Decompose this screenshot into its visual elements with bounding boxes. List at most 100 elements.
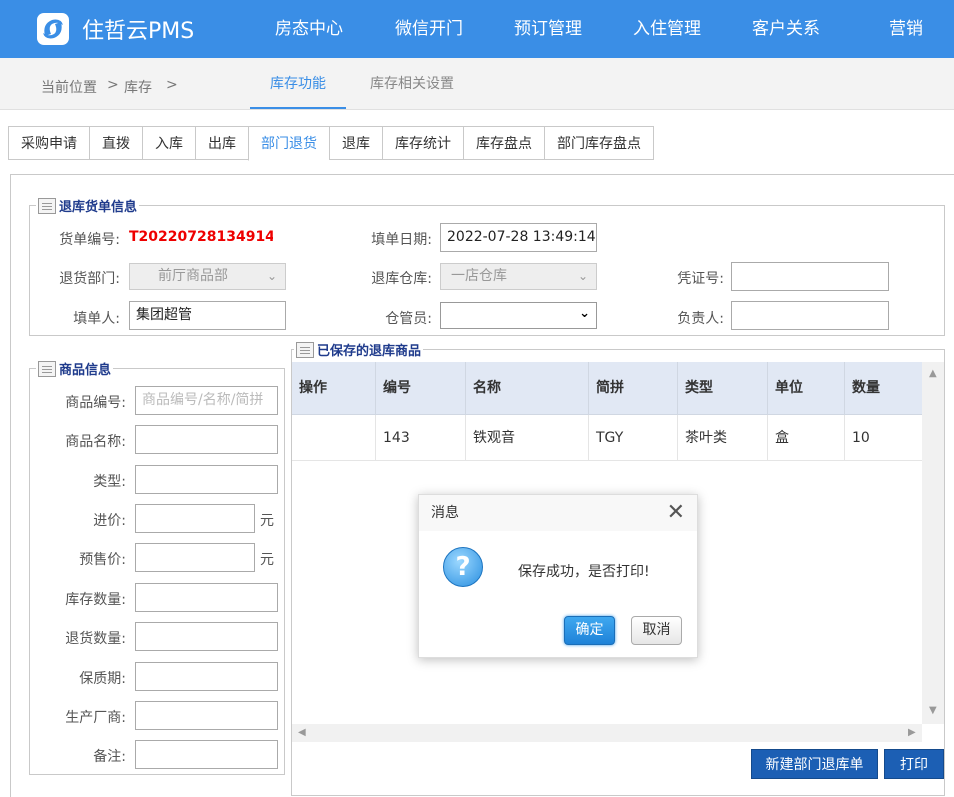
print-button[interactable]: 打印 [884,749,944,779]
col-unit[interactable]: 单位 [768,362,845,415]
purchase-price-label: 进价: [93,513,126,529]
tab-purchase-request[interactable]: 采购申请 [8,126,89,160]
table-row[interactable]: 143 铁观音 TGY 茶叶类 盒 10 [292,415,922,461]
scroll-up-icon[interactable]: ▲ [929,368,937,379]
return-qty-input[interactable] [135,622,278,651]
return-qty-label: 退货数量: [65,631,126,647]
app-logo[interactable]: 住哲云PMS [36,12,194,46]
table-header: 操作 编号 名称 简拼 类型 单位 数量 [292,362,922,415]
col-action[interactable]: 操作 [292,362,376,415]
price-unit: 元 [260,552,274,568]
tab-direct-transfer[interactable]: 直拨 [89,126,142,160]
purchase-price-input[interactable] [135,504,255,533]
tab-stock-in[interactable]: 入库 [142,126,195,160]
col-code[interactable]: 编号 [376,362,466,415]
breadcrumb-item-inventory[interactable]: 库存 [124,77,152,97]
manufacturer-label: 生产厂商: [65,710,126,726]
goods-code-label: 商品编号: [65,395,126,411]
cancel-button[interactable]: 取消 [631,616,682,645]
cell-unit: 盒 [768,415,845,461]
presale-price-input[interactable] [135,543,255,572]
remark-input[interactable] [135,740,278,769]
shelf-life-input[interactable] [135,662,278,691]
goods-name-label: 商品名称: [65,434,126,450]
col-name[interactable]: 名称 [466,362,589,415]
remark-label: 备注: [93,749,126,765]
goods-type-label: 类型: [93,474,126,490]
stock-qty-label: 库存数量: [65,592,126,608]
breadcrumb-current: 当前位置 [41,80,97,96]
breadcrumb-sep: > [107,77,119,93]
shelf-life-label: 保质期: [79,671,126,687]
dept-select[interactable]: 前厅商品部 ⌄ [129,263,286,290]
scroll-down-icon[interactable]: ▼ [929,705,937,716]
fill-date-label: 填单日期: [371,232,432,248]
saved-goods-legend: 已保存的退库商品 [294,340,423,359]
owner-label: 负责人: [677,311,724,327]
filler-label: 填单人: [73,311,120,327]
form-icon [296,341,314,358]
goods-code-input[interactable]: 商品编号/名称/简拼 [135,386,278,415]
fill-date-field[interactable]: 2022-07-28 13:49:14 [440,223,597,252]
new-return-order-button[interactable]: 新建部门退库单 [751,749,878,779]
nav-wechat-door[interactable]: 微信开门 [395,0,463,58]
sub-tab-bar: 采购申请 直拨 入库 出库 部门退货 退库 库存统计 库存盘点 部门库存盘点 [8,126,654,161]
horizontal-scrollbar[interactable]: ◀ ▶ [292,724,922,742]
tab-inventory-stats[interactable]: 库存统计 [382,126,463,160]
dept-label: 退货部门: [59,271,120,287]
keeper-label: 仓管员: [385,311,432,327]
voucher-label: 凭证号: [677,271,724,287]
dialog-message: 保存成功，是否打印! [518,564,650,580]
confirm-button[interactable]: 确定 [564,616,615,645]
cell-pinyin: TGY [589,415,678,461]
scroll-right-icon[interactable]: ▶ [908,727,916,738]
stock-qty-input[interactable] [135,583,278,612]
nav-marketing[interactable]: 营销 [889,0,923,58]
dialog-title: 消息 [419,495,697,531]
keeper-select[interactable]: ⌄ [440,302,597,329]
owner-field[interactable] [731,301,889,330]
nav-room-status[interactable]: 房态中心 [275,0,343,58]
close-icon[interactable]: ✕ [667,499,685,527]
order-no-value: T20220728134914( [129,229,273,245]
tab-dept-inventory-count[interactable]: 部门库存盘点 [544,126,654,160]
order-info-legend: 退库货单信息 [36,196,139,215]
form-icon [38,197,56,214]
chevron-down-icon: ⌄ [266,269,277,283]
order-no-label: 货单编号: [59,232,120,248]
tab-stock-out[interactable]: 出库 [195,126,248,160]
warehouse-select[interactable]: 一店仓库 ⌄ [440,263,597,290]
form-icon [38,360,56,377]
tab-inventory-count[interactable]: 库存盘点 [463,126,544,160]
goods-info-legend: 商品信息 [36,359,113,378]
goods-name-input[interactable] [135,425,278,454]
price-unit: 元 [260,513,274,529]
chevron-down-icon: ⌄ [577,269,588,283]
app-name: 住哲云PMS [82,19,195,44]
cell-name: 铁观音 [466,415,589,461]
nav-reservation[interactable]: 预订管理 [514,0,582,58]
cell-type: 茶叶类 [678,415,768,461]
presale-price-label: 预售价: [79,552,126,568]
col-type[interactable]: 类型 [678,362,768,415]
col-qty[interactable]: 数量 [845,362,922,415]
voucher-field[interactable] [731,262,889,291]
cell-action[interactable] [292,415,376,461]
tab-inventory-settings[interactable]: 库存相关设置 [350,58,474,109]
nav-customer[interactable]: 客户关系 [752,0,820,58]
cell-qty: 10 [852,430,870,446]
manufacturer-input[interactable] [135,701,278,730]
tab-inventory-functions[interactable]: 库存功能 [250,58,346,109]
chevron-down-icon: ⌄ [579,306,590,321]
tab-department-return[interactable]: 部门退货 [248,126,329,161]
top-nav-bar: 住哲云PMS 房态中心 微信开门 预订管理 入住管理 客户关系 营销 [0,0,954,58]
vertical-scrollbar[interactable]: ▲ ▼ [922,362,944,724]
tab-return-stock[interactable]: 退库 [329,126,382,160]
nav-checkin[interactable]: 入住管理 [633,0,701,58]
goods-type-input[interactable] [135,465,278,494]
col-pinyin[interactable]: 简拼 [589,362,678,415]
scroll-left-icon[interactable]: ◀ [298,727,306,738]
logo-icon [37,13,69,45]
breadcrumb-sep: > [166,77,178,93]
filler-field[interactable]: 集团超管 [129,301,286,330]
